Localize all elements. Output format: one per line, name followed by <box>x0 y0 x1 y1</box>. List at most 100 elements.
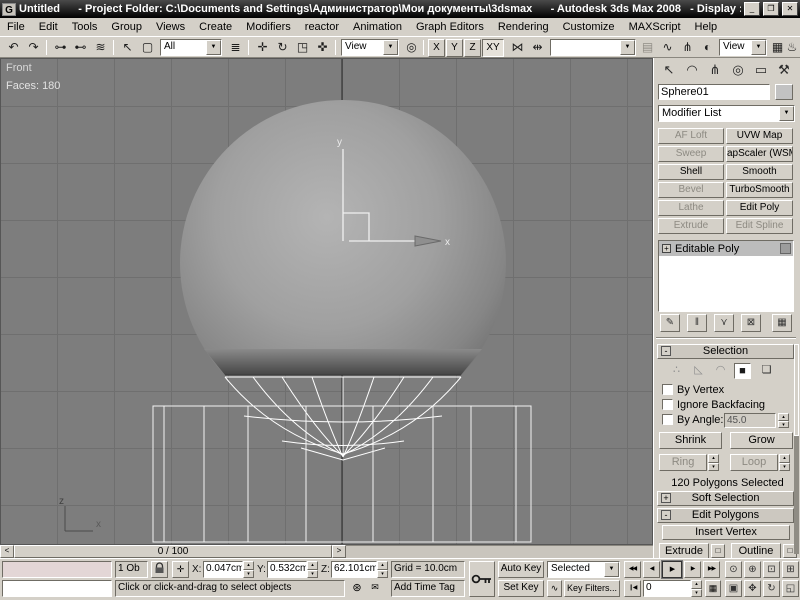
select-by-name-icon[interactable]: ≣ <box>226 39 245 57</box>
communication-center-icon[interactable]: ⊛ <box>349 581 365 594</box>
spin-up-icon[interactable]: ▴ <box>779 454 790 463</box>
time-slider-back-button[interactable]: < <box>0 545 14 558</box>
curve-editor-icon[interactable]: ∿ <box>658 39 677 57</box>
select-and-scale-icon[interactable]: ◳ <box>293 39 312 57</box>
menu-file[interactable]: File <box>0 19 32 35</box>
soft-selection-rollout-header[interactable]: + Soft Selection <box>657 491 794 506</box>
maxscript-mini-listener[interactable] <box>2 580 112 597</box>
spin-up-icon[interactable]: ▴ <box>691 580 702 589</box>
track-view-icon[interactable]: ▤ <box>638 39 657 57</box>
notifications-icon[interactable]: ✉ <box>367 582 383 593</box>
selection-lock-toggle[interactable] <box>151 561 168 578</box>
chevron-down-icon[interactable]: ▼ <box>604 562 619 577</box>
go-to-start-button[interactable]: ◀◀ <box>624 561 641 578</box>
time-configuration-button[interactable]: ▦ <box>705 580 721 597</box>
chevron-down-icon[interactable]: ▼ <box>206 40 221 55</box>
mirror-icon[interactable]: ⋈ <box>508 39 527 57</box>
object-color-swatch[interactable] <box>775 84 793 100</box>
region-zoom-icon[interactable]: ▣ <box>725 580 742 597</box>
menu-help[interactable]: Help <box>688 19 725 35</box>
redo-icon[interactable]: ↷ <box>24 39 43 57</box>
select-object-icon[interactable]: ↖ <box>118 39 137 57</box>
render-type-dropdown[interactable]: View ▼ <box>719 39 767 56</box>
align-icon[interactable]: ⇹ <box>528 39 547 57</box>
x-spinner[interactable]: ▴▾ <box>243 561 254 578</box>
pin-stack-icon[interactable]: ✎ <box>660 314 680 332</box>
menu-create[interactable]: Create <box>192 19 239 35</box>
expand-icon[interactable]: + <box>661 493 671 503</box>
restrict-z-button[interactable]: Z <box>464 39 481 57</box>
zoom-extents-icon[interactable]: ⊡ <box>763 561 780 578</box>
extrude-button[interactable]: Extrude <box>659 543 709 559</box>
add-time-tag[interactable]: Add Time Tag <box>391 580 465 597</box>
make-unique-icon[interactable]: ⋎ <box>714 314 734 332</box>
restrict-y-button[interactable]: Y <box>446 39 463 57</box>
restrict-x-button[interactable]: X <box>428 39 445 57</box>
ignore-backfacing-checkbox-row[interactable]: Ignore Backfacing <box>662 399 765 411</box>
menu-tools[interactable]: Tools <box>65 19 105 35</box>
collapse-icon[interactable]: - <box>661 510 671 520</box>
show-end-result-icon[interactable]: ‖ <box>687 314 707 332</box>
min-max-toggle-icon[interactable]: ◱ <box>782 580 799 597</box>
selection-set-dropdown[interactable]: Selected ▼ <box>547 561 620 578</box>
subobject-border-icon[interactable]: ◠ <box>712 363 729 379</box>
pan-icon[interactable]: ✥ <box>744 580 761 597</box>
set-key-button[interactable]: Set Key <box>498 580 544 597</box>
maxscript-mini-listener-macro[interactable] <box>2 561 112 578</box>
edit-polygons-rollout-header[interactable]: - Edit Polygons <box>657 508 794 523</box>
tab-modify-icon[interactable]: ◠ <box>682 60 702 80</box>
viewport-front[interactable]: y x z x Front Faces: 180 <box>0 58 653 545</box>
subobject-edge-icon[interactable]: ◺ <box>690 363 707 379</box>
z-coordinate-field[interactable]: 62.101cm <box>331 561 377 578</box>
modifier-button-smooth[interactable]: Smooth <box>726 164 793 180</box>
play-button[interactable]: ▶ <box>662 561 682 578</box>
menu-reactor[interactable]: reactor <box>298 19 346 35</box>
next-frame-button[interactable]: ▶ <box>684 561 701 578</box>
spin-down-icon[interactable]: ▾ <box>307 570 318 579</box>
close-button[interactable]: ✕ <box>782 2 798 16</box>
spin-down-icon[interactable]: ▾ <box>243 570 254 579</box>
menu-graph-editors[interactable]: Graph Editors <box>409 19 491 35</box>
toggle-set-key-mode-button[interactable] <box>469 561 495 597</box>
by-angle-checkbox-row[interactable]: By Angle: <box>662 414 723 426</box>
track-bar[interactable] <box>346 545 653 558</box>
subobject-element-icon[interactable]: ❏ <box>758 363 775 379</box>
modifier-button-turbosmooth[interactable]: TurboSmooth <box>726 182 793 198</box>
spin-up-icon[interactable]: ▴ <box>377 561 388 570</box>
named-selection-sets-dropdown[interactable]: ▼ <box>550 39 636 56</box>
select-and-rotate-icon[interactable]: ↻ <box>273 39 292 57</box>
zoom-extents-all-icon[interactable]: ⊞ <box>782 561 799 578</box>
stack-item-editable-poly[interactable]: + Editable Poly <box>659 241 793 256</box>
tab-create-icon[interactable]: ↖ <box>659 60 679 80</box>
ignore-backfacing-checkbox[interactable] <box>662 399 673 410</box>
minimize-button[interactable]: _ <box>744 2 760 16</box>
by-angle-spinner[interactable]: ▴▾ <box>778 413 789 428</box>
current-frame-field[interactable]: 0 <box>643 580 691 597</box>
shrink-button[interactable]: Shrink <box>659 432 722 449</box>
tab-display-icon[interactable]: ▭ <box>751 60 771 80</box>
y-coordinate-field[interactable]: 0.532cm <box>267 561 307 578</box>
frame-spinner[interactable]: ▴▾ <box>691 580 702 597</box>
select-and-link-icon[interactable]: ⊶ <box>51 39 70 57</box>
modifier-button-shell[interactable]: Shell <box>658 164 724 180</box>
absolute-mode-toggle[interactable]: ✛ <box>172 561 189 578</box>
rectangular-selection-region-icon[interactable]: ▢ <box>138 39 157 57</box>
modifier-list-dropdown[interactable]: Modifier List ▼ <box>658 105 795 122</box>
use-pivot-center-icon[interactable]: ◎ <box>402 39 421 57</box>
chevron-down-icon[interactable]: ▼ <box>620 40 635 55</box>
subobject-polygon-icon[interactable]: ■ <box>734 363 751 379</box>
menu-group[interactable]: Group <box>104 19 149 35</box>
previous-frame-button[interactable]: ◀ <box>643 561 660 578</box>
chevron-down-icon[interactable]: ▼ <box>779 106 794 121</box>
arc-rotate-icon[interactable]: ↻ <box>763 580 780 597</box>
stack-item-toggle[interactable] <box>780 243 791 254</box>
unlink-selection-icon[interactable]: ⊷ <box>71 39 90 57</box>
auto-key-button[interactable]: Auto Key <box>498 561 544 578</box>
quick-render-icon[interactable]: ♨ <box>785 39 799 57</box>
spin-down-icon[interactable]: ▾ <box>778 421 789 429</box>
selection-rollout-header[interactable]: - Selection <box>657 344 794 359</box>
z-spinner[interactable]: ▴▾ <box>377 561 388 578</box>
spin-down-icon[interactable]: ▾ <box>691 589 702 598</box>
spin-up-icon[interactable]: ▴ <box>243 561 254 570</box>
material-editor-icon[interactable]: ◐ <box>698 39 717 57</box>
